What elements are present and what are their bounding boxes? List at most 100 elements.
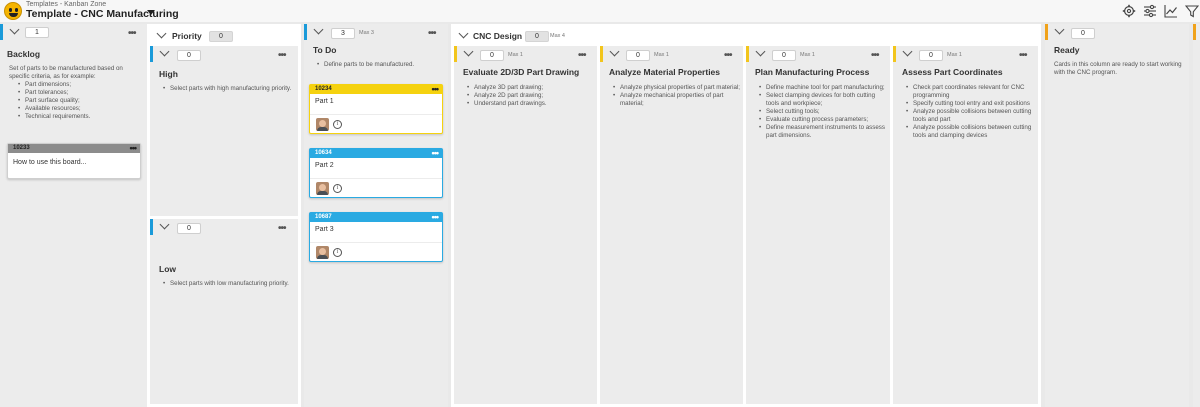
column-title: CNC Design xyxy=(473,31,523,41)
card-title: Part 1 xyxy=(315,98,334,105)
kanban-zone-logo-icon[interactable] xyxy=(4,2,22,20)
description-bullet: Check part coordinates relevant for CNC … xyxy=(906,84,1036,100)
gear-icon[interactable] xyxy=(1122,4,1136,18)
description-text: Set of parts to be manufactured based on… xyxy=(9,65,123,80)
card-count: 0 xyxy=(177,50,201,61)
chevron-down-icon[interactable] xyxy=(156,28,167,39)
column-menu-button[interactable]: ••• xyxy=(278,224,286,234)
description-bullet: Define machine tool for part manufacturi… xyxy=(759,84,888,92)
card-menu-button[interactable]: ••• xyxy=(130,143,138,153)
column-title: Analyze Material Properties xyxy=(609,67,721,77)
column-title: Backlog xyxy=(7,49,41,59)
card-count: 1 xyxy=(25,27,49,38)
column-accent xyxy=(893,46,896,62)
board-title[interactable]: Template - CNC Manufacturing xyxy=(26,8,179,20)
card-part-3[interactable]: 10687 ••• Part 3 i xyxy=(309,212,443,262)
card-how-to-use[interactable]: 10233 ••• How to use this board... xyxy=(7,143,141,179)
description-bullet: Analyze 3D part drawing; xyxy=(467,84,595,92)
subcolumn-high: 0 ••• High Select parts with high manufa… xyxy=(150,46,298,216)
column-description: Define machine tool for part manufacturi… xyxy=(750,84,888,140)
chart-line-icon[interactable] xyxy=(1164,4,1178,18)
description-bullet: Analyze possible collisions between cutt… xyxy=(906,124,1036,140)
column-menu-button[interactable]: ••• xyxy=(724,51,732,61)
card-count: 0 xyxy=(177,223,201,234)
column-title: Ready xyxy=(1054,45,1080,55)
column-menu-button[interactable]: ••• xyxy=(871,51,879,61)
chevron-down-icon[interactable] xyxy=(902,46,913,57)
wip-limit: Max 1 xyxy=(947,52,962,58)
column-accent xyxy=(600,46,603,62)
column-accent xyxy=(150,46,153,62)
column-title: Priority xyxy=(172,31,202,41)
column-description: Check part coordinates relevant for CNC … xyxy=(897,84,1036,140)
column-description: Analyze physical properties of part mate… xyxy=(604,84,741,108)
card-id: 10634 xyxy=(315,150,332,156)
card-id: 10234 xyxy=(315,86,332,92)
column-accent xyxy=(1193,24,1196,40)
column-accent xyxy=(454,46,457,62)
column-cnc-design: CNC Design 0 Max 4 0 Max 1 ••• Evaluate … xyxy=(451,24,1041,407)
description-bullet: Define parts to be manufactured. xyxy=(317,61,446,69)
column-priority: Priority 0 0 ••• High Select parts with … xyxy=(147,24,301,407)
wip-limit: Max 1 xyxy=(508,52,523,58)
chevron-down-icon[interactable] xyxy=(458,28,469,39)
description-bullet: Select clamping devices for both cutting… xyxy=(759,92,888,108)
description-bullet: Analyze physical properties of part mate… xyxy=(613,84,741,92)
chevron-down-icon[interactable] xyxy=(1054,24,1065,35)
chevron-down-icon[interactable] xyxy=(609,46,620,57)
card-part-2[interactable]: 10634 ••• Part 2 i xyxy=(309,148,443,198)
chevron-down-icon[interactable] xyxy=(463,46,474,57)
card-divider xyxy=(310,242,442,243)
description-bullet: Select cutting tools; xyxy=(759,108,888,116)
avatar[interactable] xyxy=(316,182,329,195)
column-description: Set of parts to be manufactured based on… xyxy=(9,65,141,121)
chevron-down-icon[interactable] xyxy=(9,24,20,35)
board-dropdown-caret-icon[interactable] xyxy=(147,10,155,15)
description-bullet: Part tolerances; xyxy=(18,89,141,97)
description-bullet: Technical requirements. xyxy=(18,113,141,121)
card-menu-button[interactable]: ••• xyxy=(432,84,440,94)
column-description: Select parts with low manufacturing prio… xyxy=(154,280,292,288)
description-bullet: Specify cutting tool entry and exit posi… xyxy=(906,100,1036,108)
column-accent xyxy=(304,24,307,40)
chevron-down-icon[interactable] xyxy=(313,24,324,35)
description-bullet: Part dimensions; xyxy=(18,81,141,89)
card-count: 0 xyxy=(480,50,504,61)
card-header: 10234 ••• xyxy=(310,84,442,94)
info-icon[interactable]: i xyxy=(333,184,342,193)
description-text: Cards in this column are ready to start … xyxy=(1054,61,1182,76)
subcolumn-part-coordinates: 0 Max 1 ••• Assess Part Coordinates Chec… xyxy=(893,46,1038,404)
avatar[interactable] xyxy=(316,118,329,131)
card-title: Part 3 xyxy=(315,226,334,233)
column-menu-button[interactable]: ••• xyxy=(128,29,136,39)
chevron-down-icon[interactable] xyxy=(159,46,170,57)
column-menu-button[interactable]: ••• xyxy=(1019,51,1027,61)
subcolumn-evaluate-drawing: 0 Max 1 ••• Evaluate 2D/3D Part Drawing … xyxy=(454,46,597,404)
breadcrumb[interactable]: Templates - Kanban Zone xyxy=(26,1,106,8)
column-menu-button[interactable]: ••• xyxy=(578,51,586,61)
column-accent xyxy=(746,46,749,62)
column-title: To Do xyxy=(313,45,337,55)
column-menu-button[interactable]: ••• xyxy=(428,29,436,39)
column-menu-button[interactable]: ••• xyxy=(278,51,286,61)
card-menu-button[interactable]: ••• xyxy=(432,212,440,222)
card-menu-button[interactable]: ••• xyxy=(432,148,440,158)
subcolumn-low: 0 ••• Low Select parts with low manufact… xyxy=(150,219,298,404)
card-count: 0 xyxy=(1071,28,1095,39)
card-part-1[interactable]: 10234 ••• Part 1 i xyxy=(309,84,443,134)
description-bullet: Part surface quality; xyxy=(18,97,141,105)
filter-icon[interactable] xyxy=(1185,4,1199,18)
chevron-down-icon[interactable] xyxy=(755,46,766,57)
avatar[interactable] xyxy=(316,246,329,259)
sliders-icon[interactable] xyxy=(1143,4,1157,18)
description-bullet: Analyze 2D part drawing; xyxy=(467,92,595,100)
info-icon[interactable]: i xyxy=(333,120,342,129)
description-bullet: Analyze possible collisions between cutt… xyxy=(906,108,1036,124)
chevron-down-icon[interactable] xyxy=(159,219,170,230)
wip-limit: Max 1 xyxy=(800,52,815,58)
info-icon[interactable]: i xyxy=(333,248,342,257)
card-id: 10233 xyxy=(13,145,30,151)
column-backlog: 1 ••• Backlog Set of parts to be manufac… xyxy=(0,24,147,407)
column-title: Plan Manufacturing Process xyxy=(755,67,870,77)
card-count: 0 xyxy=(772,50,796,61)
